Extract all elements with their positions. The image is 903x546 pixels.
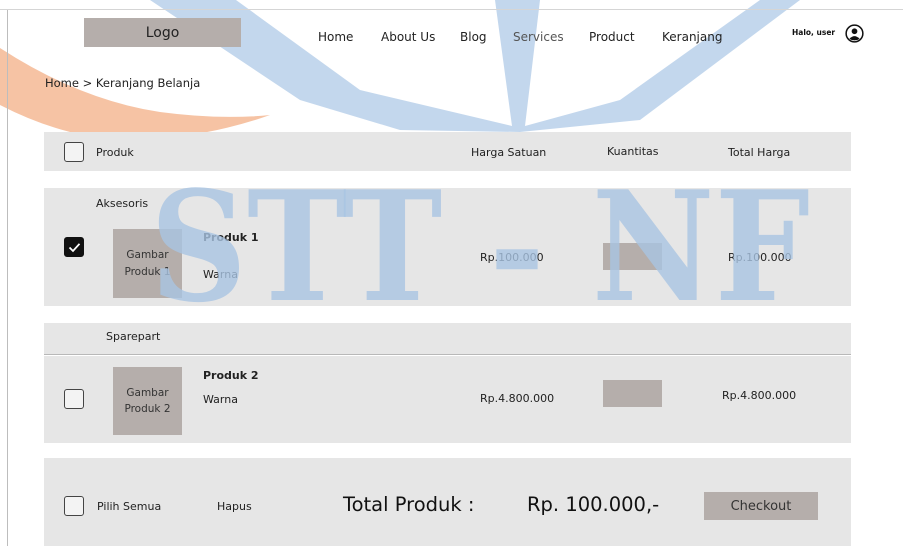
column-quantity: Kuantitas <box>607 145 659 158</box>
total-price: Rp.100.000 <box>728 251 792 264</box>
item-checkbox-checked[interactable] <box>64 237 84 257</box>
total-price: Rp.4.800.000 <box>722 389 797 402</box>
nav-keranjang[interactable]: Keranjang <box>662 30 722 44</box>
product-variant: Warna <box>203 393 238 406</box>
category-label: Sparepart <box>106 330 161 343</box>
user-circle-icon[interactable] <box>845 24 864 43</box>
product-variant: Warna <box>203 268 238 281</box>
header-checkbox[interactable] <box>64 142 84 162</box>
product-image-placeholder: Gambar Produk 2 <box>113 367 182 435</box>
checkout-button[interactable]: Checkout <box>704 492 818 520</box>
breadcrumb[interactable]: Home > Keranjang Belanja <box>45 76 200 90</box>
product-name[interactable]: Produk 2 <box>203 369 259 382</box>
product-name[interactable]: Produk 1 <box>203 231 259 244</box>
logo[interactable]: Logo <box>84 18 241 47</box>
cart-group-aksesoris: Aksesoris Gambar Produk 1 Produk 1 Warna … <box>44 188 851 306</box>
cart-group-sparepart-header: Sparepart <box>44 323 851 355</box>
frame-top-line <box>0 9 903 10</box>
select-all-label[interactable]: Pilih Semua <box>97 500 161 513</box>
total-products-label: Total Produk : <box>343 493 475 516</box>
category-label: Aksesoris <box>96 197 149 210</box>
nav-about-us[interactable]: About Us <box>381 30 435 44</box>
column-product: Produk <box>96 146 134 159</box>
image-placeholder-line1: Gambar <box>126 249 169 262</box>
total-products-value: Rp. 100.000,- <box>527 493 660 516</box>
nav-product[interactable]: Product <box>589 30 635 44</box>
unit-price: Rp.100.000 <box>480 251 544 264</box>
unit-price: Rp.4.800.000 <box>480 392 555 405</box>
nav-services[interactable]: Services <box>513 30 564 44</box>
image-placeholder-line2: Produk 2 <box>124 403 171 415</box>
cart-group-sparepart: Gambar Produk 2 Produk 2 Warna Rp.4.800.0… <box>44 356 851 443</box>
column-total-price: Total Harga <box>728 146 791 159</box>
delete-button[interactable]: Hapus <box>217 500 252 513</box>
item-checkbox[interactable] <box>64 389 84 409</box>
column-unit-price: Harga Satuan <box>471 146 547 159</box>
product-image-placeholder: Gambar Produk 1 <box>113 229 182 298</box>
image-placeholder-line1: Gambar <box>126 386 169 399</box>
quantity-stepper[interactable] <box>603 380 662 407</box>
select-all-checkbox[interactable] <box>64 496 84 516</box>
check-icon <box>68 243 81 253</box>
frame-left-line <box>7 10 8 546</box>
quantity-stepper[interactable] <box>603 243 662 270</box>
user-greeting: Halo, user <box>792 28 836 37</box>
cart-table-header: Produk Harga Satuan Kuantitas Total Harg… <box>44 132 851 171</box>
nav-home[interactable]: Home <box>318 30 353 44</box>
nav-blog[interactable]: Blog <box>460 30 487 44</box>
image-placeholder-line2: Produk 1 <box>124 265 171 278</box>
